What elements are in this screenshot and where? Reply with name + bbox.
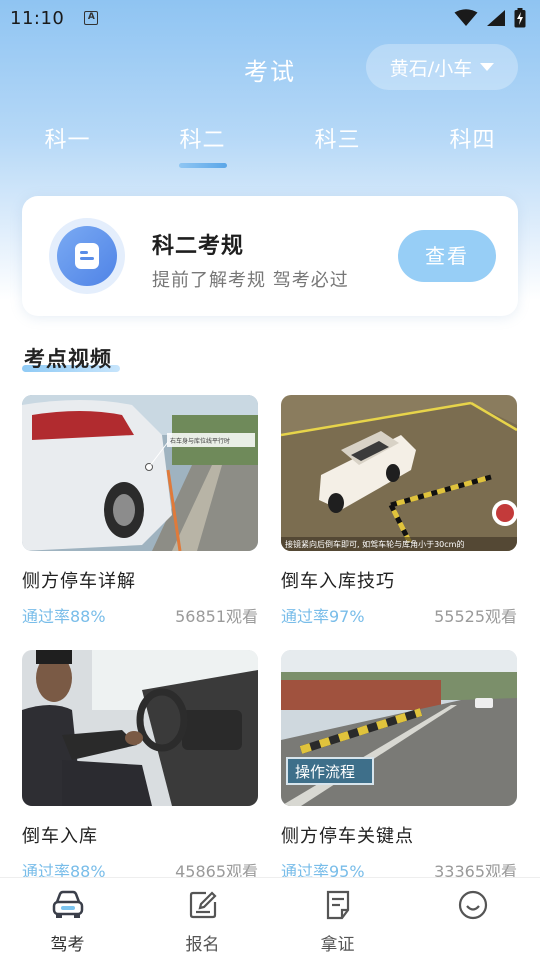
section-title: 考点视频 xyxy=(24,343,112,373)
video-meta: 通过率97% 55525观看 xyxy=(281,603,517,627)
thumbnail-overlay-text: 接镜紧向后倒车即可, 如驾车轮与库角小于30cm的 xyxy=(285,539,464,549)
nav-item-profile[interactable] xyxy=(405,878,540,960)
city-vehicle-select[interactable]: 黄石/小车 xyxy=(366,44,518,90)
caret-down-icon xyxy=(480,63,495,71)
nav-item-driving-test[interactable]: 驾考 xyxy=(0,878,135,960)
rules-icon-badge xyxy=(49,218,125,294)
video-thumbnail[interactable]: 操作流程 xyxy=(281,650,517,806)
tab-subject-2[interactable]: 科二 xyxy=(135,118,270,178)
car-icon xyxy=(51,888,85,922)
thumbnail-overlay-text: 右车身与库位线平行时 xyxy=(170,437,230,445)
tab-subject-1[interactable]: 科一 xyxy=(0,118,135,178)
rules-title: 科二考规 xyxy=(152,234,245,259)
nav-item-get-license[interactable]: 拿证 xyxy=(270,878,405,960)
status-icons xyxy=(454,8,526,28)
rules-subtitle: 提前了解考规 驾考必过 xyxy=(152,270,349,291)
video-card[interactable]: 接镜紧向后倒车即可, 如驾车轮与库角小于30cm的 倒车入库技巧 通过率97% … xyxy=(281,395,517,627)
video-card[interactable]: 操作流程 侧方停车关键点 通过率95% 33365观看 xyxy=(281,650,517,882)
video-title: 侧方停车关键点 xyxy=(281,826,414,847)
status-time: 11:10 xyxy=(10,7,65,29)
view-count: 55525观看 xyxy=(434,607,517,626)
subject-tabs: 科一 科二 科三 科四 xyxy=(0,118,540,178)
section-title-text: 考点视频 xyxy=(24,347,112,371)
video-card[interactable]: 倒车入库 通过率88% 45865观看 xyxy=(22,650,258,882)
view-rules-button[interactable]: 查看 xyxy=(398,230,496,282)
video-title: 侧方停车详解 xyxy=(22,571,136,592)
video-card[interactable]: 右车身与库位线平行时 侧方停车详解 通过率88% 56851观看 xyxy=(22,395,258,627)
video-thumbnail[interactable]: 接镜紧向后倒车即可, 如驾车轮与库角小于30cm的 xyxy=(281,395,517,551)
smile-icon xyxy=(456,888,490,922)
thumbnail-overlay-text: 操作流程 xyxy=(295,763,355,781)
notification-badge-icon: A xyxy=(84,11,99,25)
video-meta: 通过率88% 56851观看 xyxy=(22,603,258,627)
wifi-icon xyxy=(454,9,478,26)
video-thumbnail[interactable]: 右车身与库位线平行时 xyxy=(22,395,258,551)
nav-label: 报名 xyxy=(185,935,220,955)
pass-rate: 通过率97% xyxy=(281,607,365,626)
tab-subject-4[interactable]: 科四 xyxy=(405,118,540,178)
document-icon xyxy=(321,888,355,922)
exam-rules-card[interactable]: 科二考规 提前了解考规 驾考必过 查看 xyxy=(22,196,518,316)
nav-item-register[interactable]: 报名 xyxy=(135,878,270,960)
city-vehicle-label: 黄石/小车 xyxy=(389,57,473,80)
rules-book-icon xyxy=(57,226,117,286)
tab-subject-3[interactable]: 科三 xyxy=(270,118,405,178)
nav-label: 拿证 xyxy=(320,935,355,955)
nav-label: 驾考 xyxy=(50,935,85,955)
battery-charging-icon xyxy=(514,8,526,28)
status-bar: 11:10 A xyxy=(0,0,540,36)
video-thumbnail[interactable] xyxy=(22,650,258,806)
pass-rate: 通过率88% xyxy=(22,607,106,626)
video-title: 倒车入库 xyxy=(22,826,98,847)
edit-icon xyxy=(186,888,220,922)
signal-icon xyxy=(487,10,505,26)
bottom-navigation: 驾考 报名 拿证 xyxy=(0,877,540,960)
view-count: 56851观看 xyxy=(175,607,258,626)
video-title: 倒车入库技巧 xyxy=(281,571,395,592)
top-header: 考试 黄石/小车 xyxy=(0,44,540,94)
